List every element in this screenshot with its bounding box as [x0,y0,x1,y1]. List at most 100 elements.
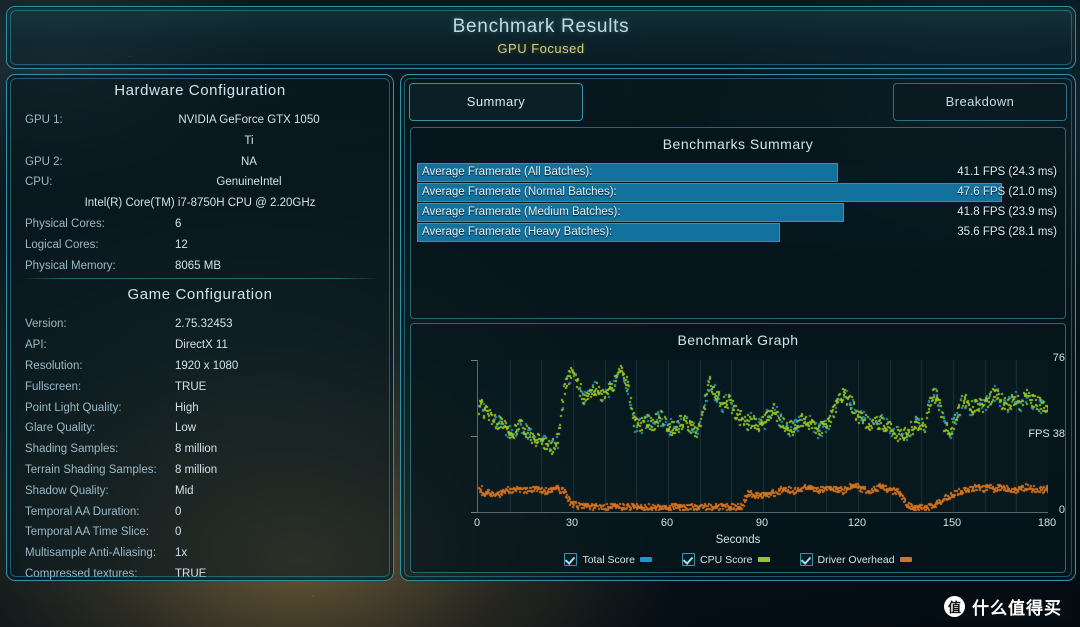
game-config-key: Point Light Quality: [25,401,122,414]
game-config-value: 0 [175,505,182,518]
summary-bar-row: Average Framerate (Normal Batches): 47.6 … [417,183,1059,202]
hardware-config-title: Hardware Configuration [114,82,286,99]
game-config-value: 8 million [175,463,218,476]
summary-bar-row: Average Framerate (Medium Batches): 41.8 … [417,203,1059,222]
summary-bar-value: 41.1 FPS (24.3 ms) [957,166,1057,178]
game-config-row: Resolution: 1920 x 1080 [7,356,393,377]
hardware-config-value: 6 [175,217,182,230]
hardware-config-value: GenuineIntel [216,176,282,189]
scatter-plot-area [477,360,1048,513]
app-background: Benchmark Results GPU Focused Hardware C… [0,0,1080,627]
summary-bar-list: Average Framerate (All Batches): 41.1 FPS… [411,163,1065,242]
plot-wrapper: 0 FPS 38 76 0 30 60 90 120 150 180 Seconds [411,352,1065,546]
hardware-config-row: Physical Memory: 8065 MB [7,256,393,277]
hardware-config-key: GPU 2: [25,155,63,168]
game-config-key: Terrain Shading Samples: [25,463,157,476]
game-config-key: Compressed textures: [25,567,138,580]
legend-label: Total Score [582,553,635,566]
page-subtitle: GPU Focused [497,41,585,56]
game-config-row: Multisample Anti-Aliasing: 1x [7,543,393,564]
summary-bar-row: Average Framerate (Heavy Batches): 35.6 F… [417,223,1059,242]
hardware-config-value: NVIDIA GeForce GTX 1050 Ti [178,114,320,147]
benchmark-graph-section: Benchmark Graph 0 FPS 38 76 0 30 60 90 120 150 1… [410,323,1066,573]
y-axis-tick-label: 76 [1052,352,1065,364]
hardware-config-key: Logical Cores: [25,238,99,251]
benchmarks-summary-section: Benchmarks Summary Average Framerate (Al… [410,127,1066,319]
checkbox-icon[interactable] [681,553,695,566]
legend-label: CPU Score [699,553,753,566]
summary-bar-label: Average Framerate (All Batches): [422,166,593,178]
game-config-value: Low [175,422,197,435]
game-config-list: Version: 2.75.32453 API: DirectX 11 Resoluti… [7,312,393,584]
game-config-key: Temporal AA Time Slice: [25,526,149,539]
game-config-value: 8 million [175,443,218,456]
game-config-key: Glare Quality: [25,422,96,435]
game-config-row: Shadow Quality: Mid [7,481,393,502]
hardware-config-value: 8065 MB [175,259,222,272]
hardware-config-row: Physical Cores: 6 [7,214,393,235]
game-config-key: Resolution: [25,359,83,372]
hardware-config-row: Intel(R) Core(TM) i7-8750H CPU @ 2.20GHz [7,193,393,214]
hardware-config-list: GPU 1: NVIDIA GeForce GTX 1050 Ti GPU 2: NA… [7,108,393,276]
game-config-key: Fullscreen: [25,380,82,393]
summary-bar-value: 47.6 FPS (21.0 ms) [957,186,1057,198]
game-config-value: TRUE [175,380,207,393]
game-config-key: Version: [25,318,67,331]
legend-color-swatch [639,557,652,562]
x-axis-tick-label: 150 [942,517,962,529]
y-axis-tick-mark [471,360,477,361]
tab-breakdown[interactable]: Breakdown [893,83,1067,121]
summary-bar-label: Average Framerate (Medium Batches): [422,206,621,218]
game-config-row: Temporal AA Time Slice: 0 [7,522,393,543]
hardware-config-key: CPU: [25,176,53,189]
game-config-value: 1920 x 1080 [175,359,239,372]
results-panel: Summary Breakdown Benchmarks Summary Aver… [400,74,1076,581]
configuration-panel: Hardware Configuration GPU 1: NVIDIA GeFo… [6,74,394,581]
benchmark-graph-title: Benchmark Graph [677,332,799,348]
chart-legend: Total Score CPU Score Driver Overhead [411,553,1065,566]
hardware-config-value: NA [241,155,257,168]
hardware-config-row: GPU 1: NVIDIA GeForce GTX 1050 Ti [7,110,393,152]
legend-label: Driver Overhead [817,553,895,566]
x-axis-label: Seconds [715,534,761,546]
legend-item-total-score[interactable]: Total Score [564,553,652,566]
checkbox-icon[interactable] [564,553,578,566]
summary-bar-value: 35.6 FPS (28.1 ms) [957,226,1057,238]
x-axis-tick-label: 120 [847,517,867,529]
game-config-key: Shading Samples: [25,443,119,456]
watermark-logo-icon: 值 [944,595,965,617]
game-config-row: Version: 2.75.32453 [7,314,393,335]
game-config-value: 1x [175,547,188,560]
hardware-config-row: GPU 2: NA [7,152,393,173]
watermark-text: 什么值得买 [972,598,1062,618]
game-config-row: Compressed textures: TRUE [7,564,393,585]
game-config-row: Glare Quality: Low [7,418,393,439]
summary-bar-label: Average Framerate (Normal Batches): [422,186,617,198]
hardware-config-key: Physical Cores: [25,217,105,230]
hardware-config-key: GPU 1: [25,114,63,126]
y-axis-tick-label: FPS 38 [1028,428,1065,440]
x-axis-tick-label: 60 [660,517,674,529]
game-config-row: API: DirectX 11 [7,335,393,356]
hardware-config-row: Logical Cores: 12 [7,235,393,256]
checkbox-icon[interactable] [799,553,813,566]
tab-summary[interactable]: Summary [409,83,583,121]
summary-bar-label: Average Framerate (Heavy Batches): [422,226,613,238]
x-axis-tick-label: 30 [565,517,579,529]
game-config-value: 2.75.32453 [175,318,233,331]
legend-color-swatch [757,557,770,562]
legend-item-driver-overhead[interactable]: Driver Overhead [799,553,912,566]
scatter-canvas [478,360,1048,512]
y-axis-tick-label: 0 [1058,504,1065,516]
game-config-value: Mid [175,484,194,497]
hardware-config-row: CPU: GenuineIntel [7,172,393,193]
game-config-value: High [175,401,199,414]
benchmarks-summary-title: Benchmarks Summary [662,136,814,152]
legend-item-cpu-score[interactable]: CPU Score [681,553,770,566]
x-axis-tick-label: 90 [755,517,769,529]
hardware-config-value: 12 [175,238,188,251]
y-axis-tick-mark [471,512,477,513]
game-config-row: Temporal AA Duration: 0 [7,502,393,523]
hardware-config-key: Physical Memory: [25,259,116,272]
game-config-value: 0 [175,526,182,539]
